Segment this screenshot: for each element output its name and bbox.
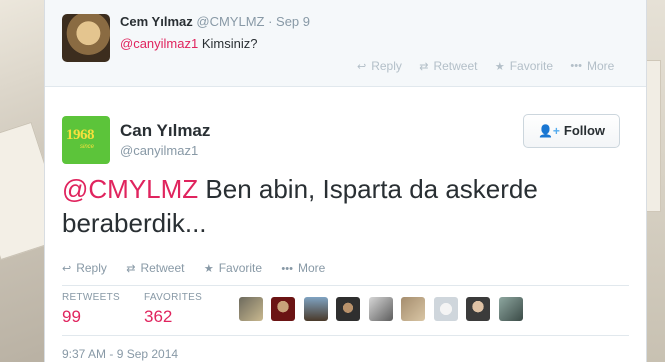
author-name[interactable]: Can Yılmaz: [120, 121, 210, 141]
mention-link[interactable]: @CMYLMZ: [62, 174, 198, 204]
retweets-stat[interactable]: RETWEETS 99: [62, 292, 120, 327]
reply-icon: ↩: [357, 60, 367, 73]
reply-icon: ↩: [62, 263, 72, 275]
previous-tweet-header: Cem Yılmaz @CMYLMZ · Sep 9: [120, 14, 310, 29]
mention-link[interactable]: @canyilmaz1: [120, 36, 198, 51]
retweet-label: Retweet: [140, 261, 185, 275]
favoriters-avatars: [239, 297, 527, 321]
favorites-stat[interactable]: FAVORITES 362: [144, 292, 202, 327]
avatar[interactable]: [239, 297, 263, 321]
separator: ·: [264, 14, 277, 29]
avatar[interactable]: 1968 since: [62, 116, 110, 164]
more-label: More: [297, 261, 326, 275]
divider: [62, 285, 629, 286]
star-icon: ★: [203, 263, 214, 275]
star-icon: ★: [494, 60, 505, 73]
avatar[interactable]: [336, 297, 361, 321]
favorite-button[interactable]: ★ Favorite: [204, 261, 262, 275]
tweet-card: Cem Yılmaz @CMYLMZ · Sep 9 @canyilmaz1 K…: [44, 0, 647, 362]
avatar-logo: 1968: [66, 127, 95, 143]
avatar[interactable]: [62, 14, 110, 62]
favorites-count[interactable]: 362: [144, 307, 202, 327]
favorite-button[interactable]: ★ Favorite: [495, 58, 553, 73]
more-icon: •••: [281, 263, 293, 275]
retweet-button[interactable]: ⇄ Retweet: [126, 261, 184, 275]
follow-button[interactable]: 👤+ Follow: [523, 114, 620, 148]
avatar[interactable]: [401, 297, 426, 321]
more-label: More: [586, 59, 615, 74]
retweet-button[interactable]: ⇄ Retweet: [419, 58, 477, 73]
tweet-actions: ↩ Reply ⇄ Retweet ★ Favorite ••• More: [357, 58, 628, 73]
favorite-label: Favorite: [218, 261, 263, 275]
retweet-icon: ⇄: [126, 263, 136, 275]
background-strip: [645, 60, 661, 212]
avatar[interactable]: [368, 297, 393, 321]
author-handle[interactable]: @CMYLMZ: [196, 14, 264, 29]
avatar[interactable]: [271, 297, 296, 321]
retweet-icon: ⇄: [419, 60, 429, 73]
author-handle[interactable]: @canyilmaz1: [120, 143, 198, 158]
retweet-label: Retweet: [433, 59, 478, 74]
divider: [62, 335, 629, 336]
favorites-label: FAVORITES: [144, 292, 203, 303]
tweet-text: @CMYLMZ Ben abin, Isparta da askerde ber…: [62, 172, 622, 240]
tweet-text: @canyilmaz1 Kimsiniz?: [120, 36, 257, 51]
more-button[interactable]: ••• More: [281, 261, 325, 275]
avatar[interactable]: [303, 297, 328, 321]
tweet-body: Kimsiniz?: [198, 36, 258, 51]
tweet-time[interactable]: Sep 9: [276, 14, 310, 29]
retweets-count[interactable]: 99: [62, 307, 120, 327]
author-name[interactable]: Cem Yılmaz: [120, 14, 193, 29]
avatar[interactable]: [466, 297, 491, 321]
favorite-label: Favorite: [509, 59, 554, 74]
reply-label: Reply: [76, 261, 107, 275]
reply-button[interactable]: ↩ Reply: [357, 58, 402, 73]
tweet-actions: ↩ Reply ⇄ Retweet ★ Favorite ••• More: [62, 261, 341, 275]
avatar[interactable]: [498, 297, 523, 321]
reply-label: Reply: [371, 59, 402, 74]
follow-label: Follow: [563, 123, 606, 138]
retweets-label: RETWEETS: [62, 292, 120, 303]
tweet-timestamp[interactable]: 9:37 AM - 9 Sep 2014: [62, 347, 178, 361]
avatar-logo-subtext: since: [80, 144, 95, 150]
more-button[interactable]: ••• More: [570, 58, 614, 73]
reply-button[interactable]: ↩ Reply: [62, 261, 107, 275]
add-user-icon: 👤+: [537, 124, 560, 138]
more-icon: •••: [570, 60, 582, 73]
avatar[interactable]: [433, 297, 458, 321]
previous-tweet[interactable]: Cem Yılmaz @CMYLMZ · Sep 9 @canyilmaz1 K…: [45, 0, 646, 87]
